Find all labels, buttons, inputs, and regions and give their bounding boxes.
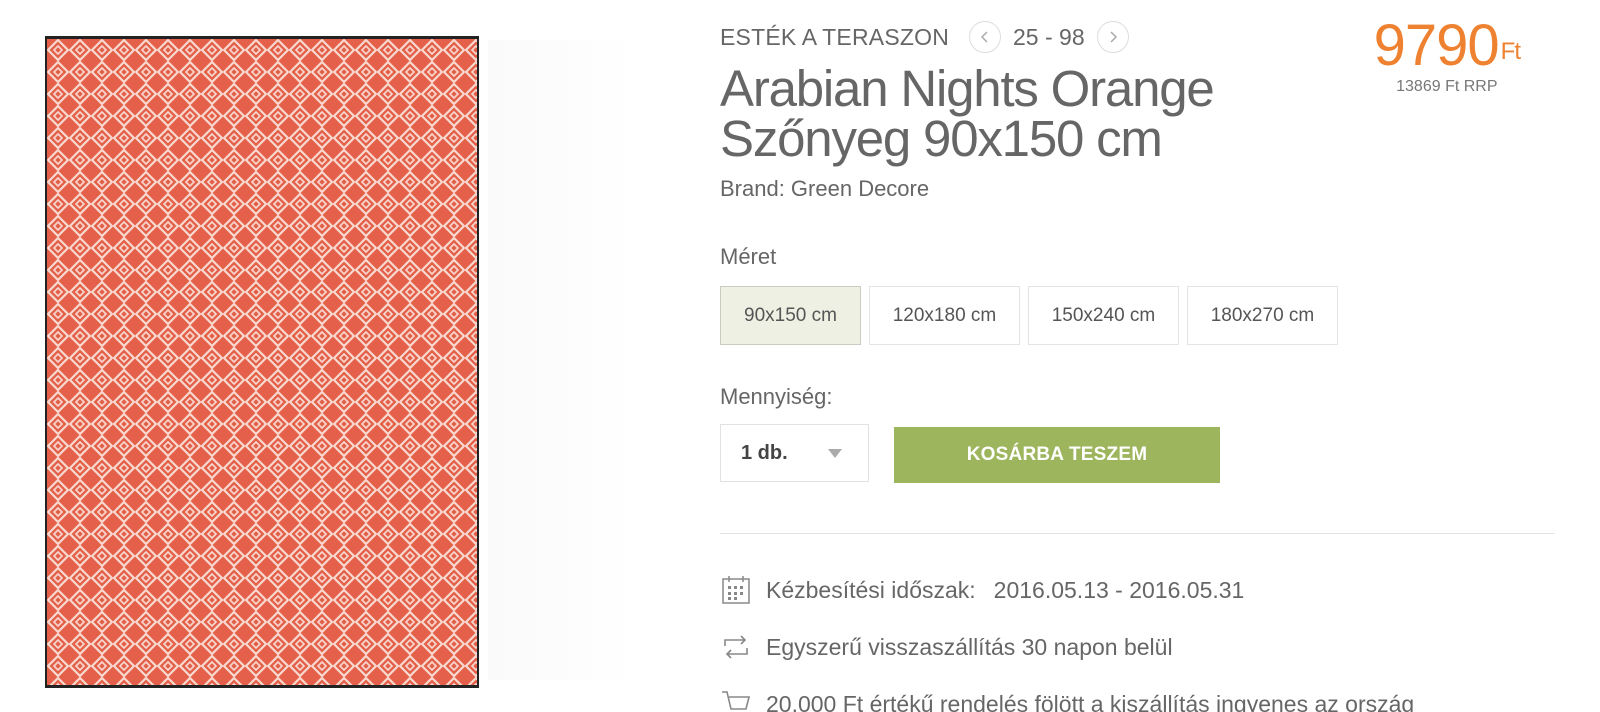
chevron-right-icon [1110, 31, 1117, 43]
return-arrows-icon [720, 631, 752, 663]
price: 9790Ft [1373, 13, 1521, 78]
size-option-150x240[interactable]: 150x240 cm [1028, 286, 1179, 345]
product-title: Arabian Nights Orange Szőnyeg 90x150 cm [720, 63, 1280, 167]
size-label: Méret [720, 244, 777, 269]
product-info: ESTÉK A TERASZON 25 - 98 Arabian Nights … [720, 0, 1560, 712]
title-line-1: Arabian Nights Orange [720, 60, 1215, 117]
price-box: 9790Ft 13869 Ft RRP [1373, 13, 1521, 96]
add-to-cart-button[interactable]: KOSÁRBA TESZEM [894, 427, 1220, 483]
next-product-button[interactable] [1096, 21, 1129, 53]
quantity-select[interactable]: 1 db. [720, 424, 869, 482]
delivery-label: Kézbesítési időszak: [766, 576, 976, 603]
category-label[interactable]: ESTÉK A TERASZON [720, 24, 949, 51]
price-currency: Ft [1500, 38, 1521, 65]
brand-label: Brand: Green Decore [720, 176, 930, 201]
size-option-90x150[interactable]: 90x150 cm [720, 286, 861, 345]
quantity-value: 1 db. [741, 441, 788, 464]
size-option-120x180[interactable]: 120x180 cm [869, 286, 1020, 345]
divider [720, 533, 1555, 534]
product-image[interactable] [45, 36, 479, 688]
delivery-period: Kézbesítési időszak: 2016.05.13 - 2016.0… [720, 574, 1244, 606]
product-image-area [0, 0, 660, 712]
calendar-icon [720, 574, 752, 606]
easy-return: Egyszerű visszaszállítás 30 napon belül [720, 631, 1173, 663]
delivery-dates: 2016.05.13 - 2016.05.31 [993, 576, 1245, 603]
free-shipping: 20.000 Ft értékű rendelés fölött a kiszá… [720, 688, 1414, 712]
rrp-price: 13869 Ft RRP [1396, 78, 1498, 95]
chevron-left-icon [980, 31, 988, 43]
dropdown-caret-icon [828, 449, 842, 458]
size-option-180x270[interactable]: 180x270 cm [1187, 286, 1338, 345]
title-line-2: Szőnyeg 90x150 cm [720, 110, 1163, 167]
category-nav: ESTÉK A TERASZON 25 - 98 [720, 20, 1129, 54]
size-options: 90x150 cm 120x180 cm 150x240 cm 180x270 … [720, 286, 1338, 345]
price-value: 9790 [1373, 13, 1500, 78]
cart-icon [720, 688, 752, 712]
return-text: Egyszerű visszaszállítás 30 napon belül [766, 633, 1173, 660]
shipping-text: 20.000 Ft értékű rendelés fölött a kiszá… [766, 690, 1415, 712]
image-background [488, 40, 638, 680]
quantity-label: Mennyiség: [720, 384, 833, 409]
rug-pattern-image [47, 39, 477, 685]
product-counter: 25 - 98 [1013, 23, 1085, 50]
previous-product-button[interactable] [969, 21, 1002, 53]
